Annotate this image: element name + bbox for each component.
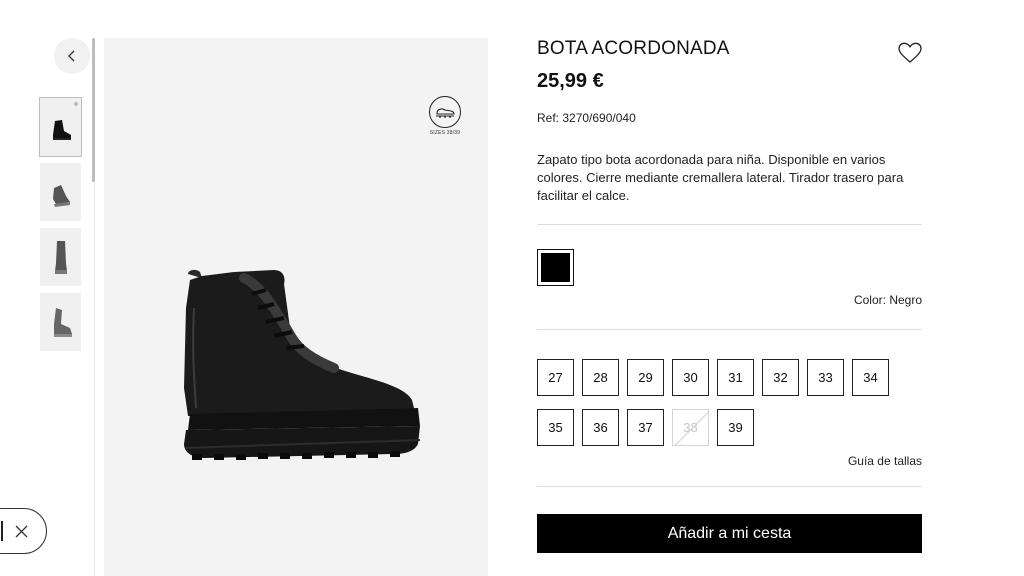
product-description: Zapato tipo bota acordonada para niña. D… (537, 152, 904, 203)
size-guide-link[interactable]: Guía de tallas (537, 454, 922, 468)
divider (537, 329, 922, 330)
thumbnail-list (39, 97, 82, 358)
back-button[interactable] (54, 38, 90, 74)
thumbnail-1[interactable] (39, 97, 82, 157)
pill-bar (1, 521, 3, 541)
size-option[interactable]: 35 (537, 409, 574, 446)
thumbnail-4[interactable] (40, 293, 81, 351)
size-option[interactable]: 32 (762, 359, 799, 396)
size-option[interactable]: 29 (627, 359, 664, 396)
size-option[interactable]: 39 (717, 409, 754, 446)
shoe-size-icon (436, 108, 455, 118)
close-pill-button[interactable] (0, 508, 47, 554)
product-info: BOTA ACORDONADA 25,99 € Ref: 3270/690/04… (537, 38, 922, 553)
thumbnail-3[interactable] (40, 228, 81, 286)
size-option[interactable]: 36 (582, 409, 619, 446)
main-product-image[interactable]: SIZES 38/39 (104, 38, 488, 576)
boot-thumbnail-icon (53, 308, 72, 337)
chevron-left-icon (68, 50, 75, 62)
product-price: 25,99 € (537, 70, 604, 92)
color-swatches (537, 249, 922, 287)
size-option[interactable]: 31 (717, 359, 754, 396)
boot-image (184, 269, 421, 460)
close-icon (15, 525, 28, 537)
divider (537, 486, 922, 487)
wishlist-button[interactable] (897, 40, 923, 66)
product-title: BOTA ACORDONADA (537, 38, 730, 59)
size-option[interactable]: 33 (807, 359, 844, 396)
size-option[interactable]: 28 (582, 359, 619, 396)
boot-thumbnail-icon (52, 120, 71, 140)
product-ref: Ref: 3270/690/040 (537, 111, 636, 125)
color-swatch-negro[interactable] (537, 249, 574, 286)
divider (537, 224, 922, 225)
size-option[interactable]: 37 (627, 409, 664, 446)
selected-color-label: Color: Negro (853, 293, 922, 307)
size-badge: SIZES 38/39 (428, 96, 462, 140)
size-badge-caption: SIZES 38/39 (429, 130, 461, 136)
add-to-cart-button[interactable]: Añadir a mi cesta (537, 514, 922, 553)
size-option-unavailable: 38 (672, 409, 709, 446)
heart-icon (898, 42, 922, 63)
size-selector: 27 28 29 30 31 32 33 34 35 36 37 38 39 (537, 359, 897, 446)
boot-thumbnail-icon (52, 185, 70, 207)
size-option[interactable]: 34 (852, 359, 889, 396)
thumbnail-2[interactable] (40, 163, 81, 221)
boot-thumbnail-icon (54, 241, 67, 274)
size-option[interactable]: 30 (672, 359, 709, 396)
size-option[interactable]: 27 (537, 359, 574, 396)
product-page: SIZES 38/39 BOTA ACORDONADA 25,99 € Ref:… (0, 0, 1024, 576)
thumbnail-scrollbar[interactable] (92, 38, 95, 182)
